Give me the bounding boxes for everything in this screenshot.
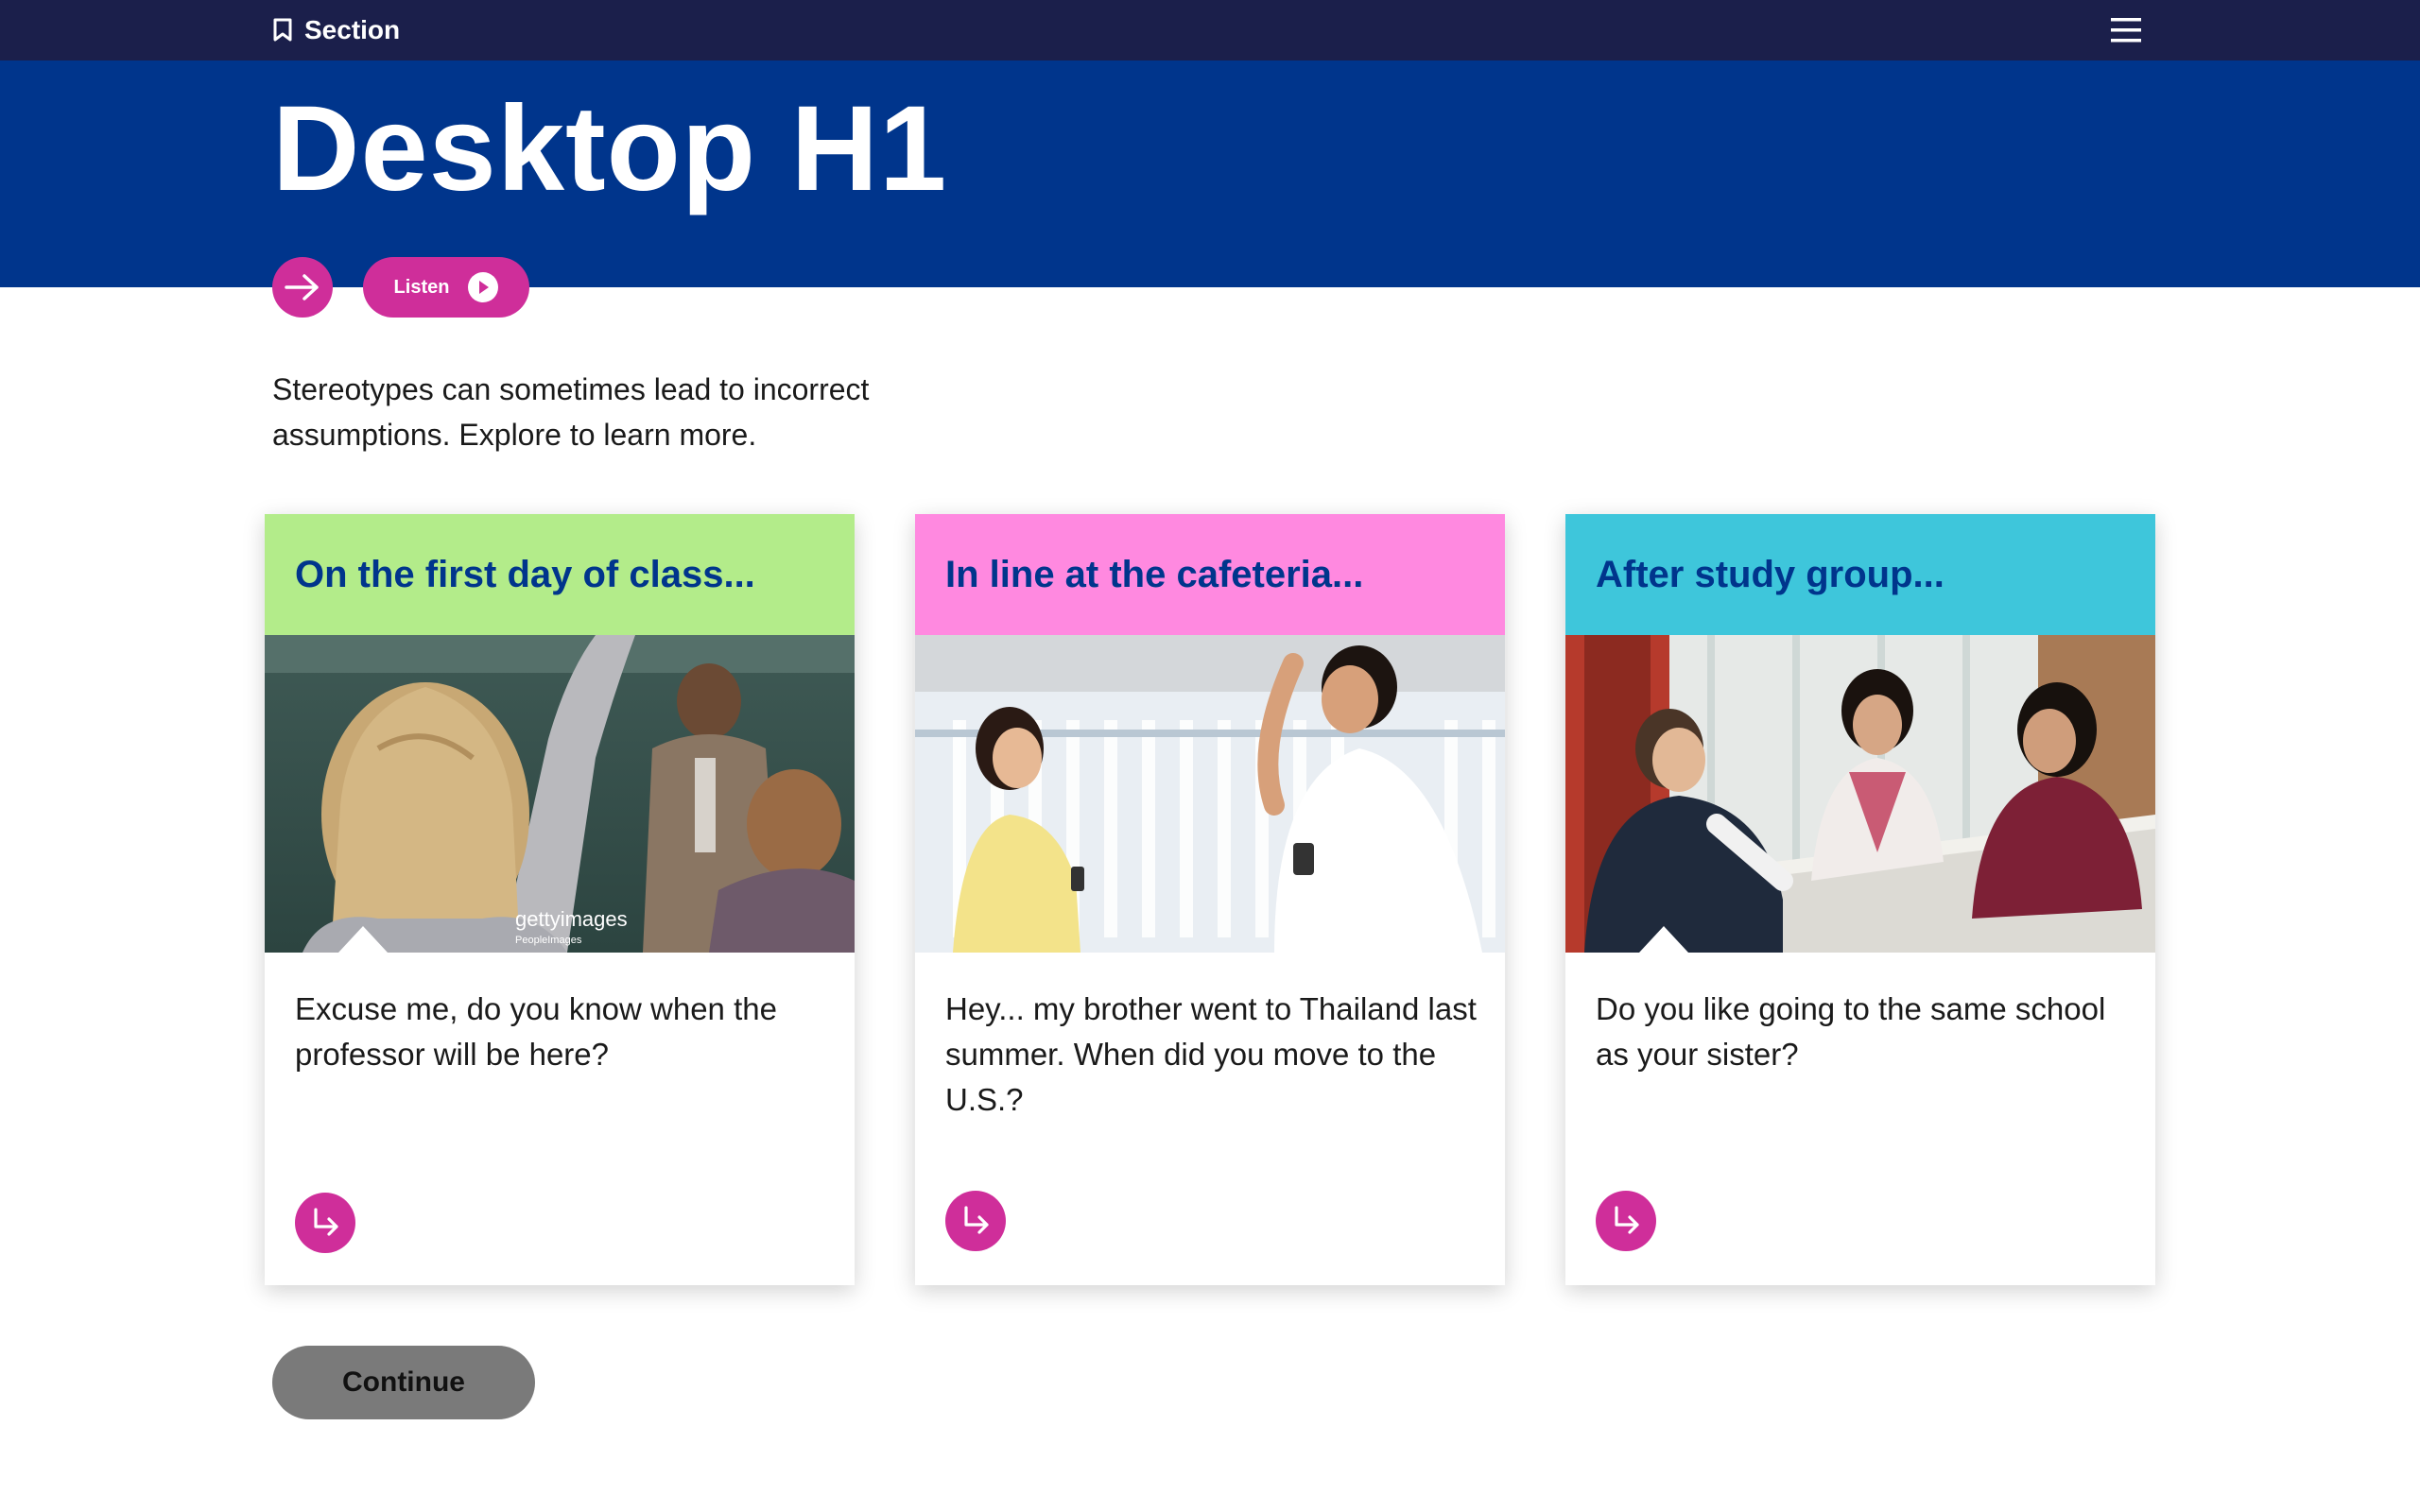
intro-text: Stereotypes can sometimes lead to incorr…: [272, 372, 870, 452]
card-header: On the first day of class...: [265, 514, 855, 635]
hamburger-menu-icon: [2111, 18, 2141, 43]
card-header: In line at the cafeteria...: [915, 514, 1505, 635]
bookmark-icon: [273, 18, 292, 42]
card-title: In line at the cafeteria...: [945, 553, 1364, 595]
image-notch: [338, 926, 388, 953]
continue-button[interactable]: Continue: [272, 1346, 535, 1419]
card-image-study-group: [1565, 635, 2155, 953]
card-header: After study group...: [1565, 514, 2155, 635]
card-reveal-button[interactable]: [1596, 1191, 1656, 1251]
card-text: Excuse me, do you know when the professo…: [295, 991, 777, 1072]
arrow-turn-down-right-icon: [314, 1208, 338, 1236]
next-button[interactable]: [272, 257, 333, 318]
scenario-card-first-day[interactable]: On the first day of class... gettyimages…: [265, 514, 855, 1285]
card-reveal-button[interactable]: [945, 1191, 1006, 1251]
top-nav-bar: Section: [0, 0, 2420, 60]
card-image-cafeteria: [915, 635, 1505, 953]
card-text: Do you like going to the same school as …: [1596, 991, 2106, 1072]
scenario-card-study-group[interactable]: After study group... Do you like going t…: [1565, 514, 2155, 1285]
image-notch: [1639, 926, 1688, 953]
arrow-turn-down-right-icon: [964, 1206, 989, 1234]
continue-label: Continue: [342, 1366, 465, 1398]
page-title: Desktop H1: [272, 81, 948, 216]
image-notch: [1374, 926, 1424, 953]
arrow-turn-down-right-icon: [1615, 1206, 1639, 1234]
card-image-classroom: gettyimages PeopleImages: [265, 635, 855, 953]
menu-button[interactable]: [2110, 15, 2142, 45]
listen-button[interactable]: Listen: [363, 257, 529, 318]
image-watermark-sub: PeopleImages: [515, 935, 582, 946]
play-icon: [468, 272, 499, 302]
arrow-right-icon: [285, 274, 319, 301]
listen-label: Listen: [393, 276, 450, 298]
card-title: After study group...: [1596, 553, 1945, 595]
image-watermark: gettyimages: [515, 907, 628, 931]
card-text: Hey... my brother went to Thailand last …: [945, 991, 1477, 1117]
scenario-card-cafeteria[interactable]: In line at the cafeteria... Hey... my br…: [915, 514, 1505, 1285]
card-reveal-button[interactable]: [295, 1193, 355, 1253]
section-label: Section: [304, 15, 401, 44]
card-title: On the first day of class...: [295, 553, 755, 595]
hero-banner: Desktop H1: [0, 60, 2420, 287]
section-link[interactable]: Section: [272, 13, 400, 47]
